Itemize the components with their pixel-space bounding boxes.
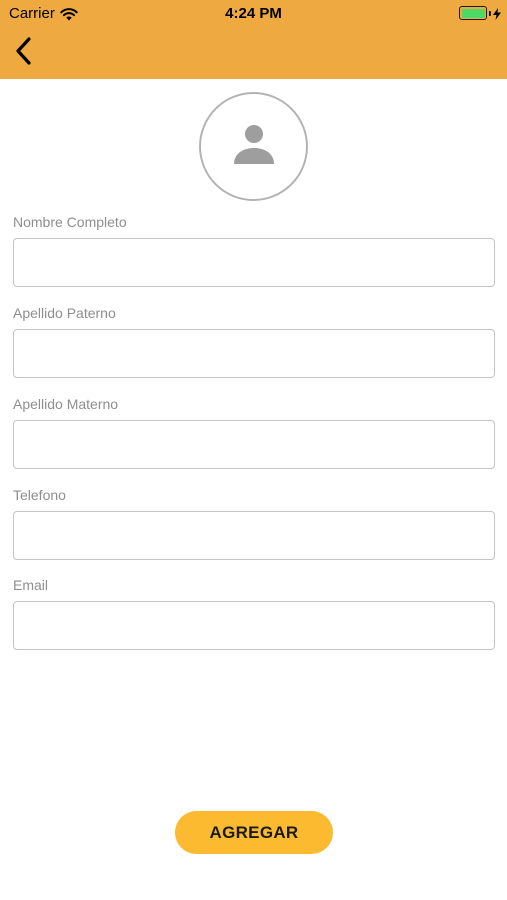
battery-icon [459,6,501,20]
battery-body [459,6,487,20]
chevron-left-icon [13,36,33,70]
apellido-paterno-input[interactable] [13,329,495,378]
avatar-picker[interactable] [199,92,308,201]
bolt-icon [493,7,501,20]
back-button[interactable] [6,36,40,70]
status-bar: Carrier 4:24 PM [0,0,507,28]
apellido-materno-input[interactable] [13,420,495,469]
battery-level [461,8,485,18]
field-email: Email [13,576,495,650]
field-label: Email [13,577,49,593]
status-time: 4:24 PM [225,5,282,22]
field-label: Apellido Paterno [13,305,116,321]
add-contact-screen: Carrier 4:24 PM Nombre Completo Apellido… [0,0,507,900]
agregar-button[interactable]: AGREGAR [175,811,333,854]
email-input[interactable] [13,601,495,650]
nav-bar [0,28,507,79]
field-telefono: Telefono [13,486,495,560]
field-label: Nombre Completo [13,214,127,230]
battery-tip [489,10,491,16]
field-nombre-completo: Nombre Completo [13,213,495,287]
field-apellido-paterno: Apellido Paterno [13,304,495,378]
nombre-completo-input[interactable] [13,238,495,287]
field-label: Apellido Materno [13,396,119,412]
telefono-input[interactable] [13,511,495,560]
field-label: Telefono [13,487,66,503]
field-apellido-materno: Apellido Materno [13,395,495,469]
person-icon [232,122,276,171]
header: Carrier 4:24 PM [0,0,507,79]
